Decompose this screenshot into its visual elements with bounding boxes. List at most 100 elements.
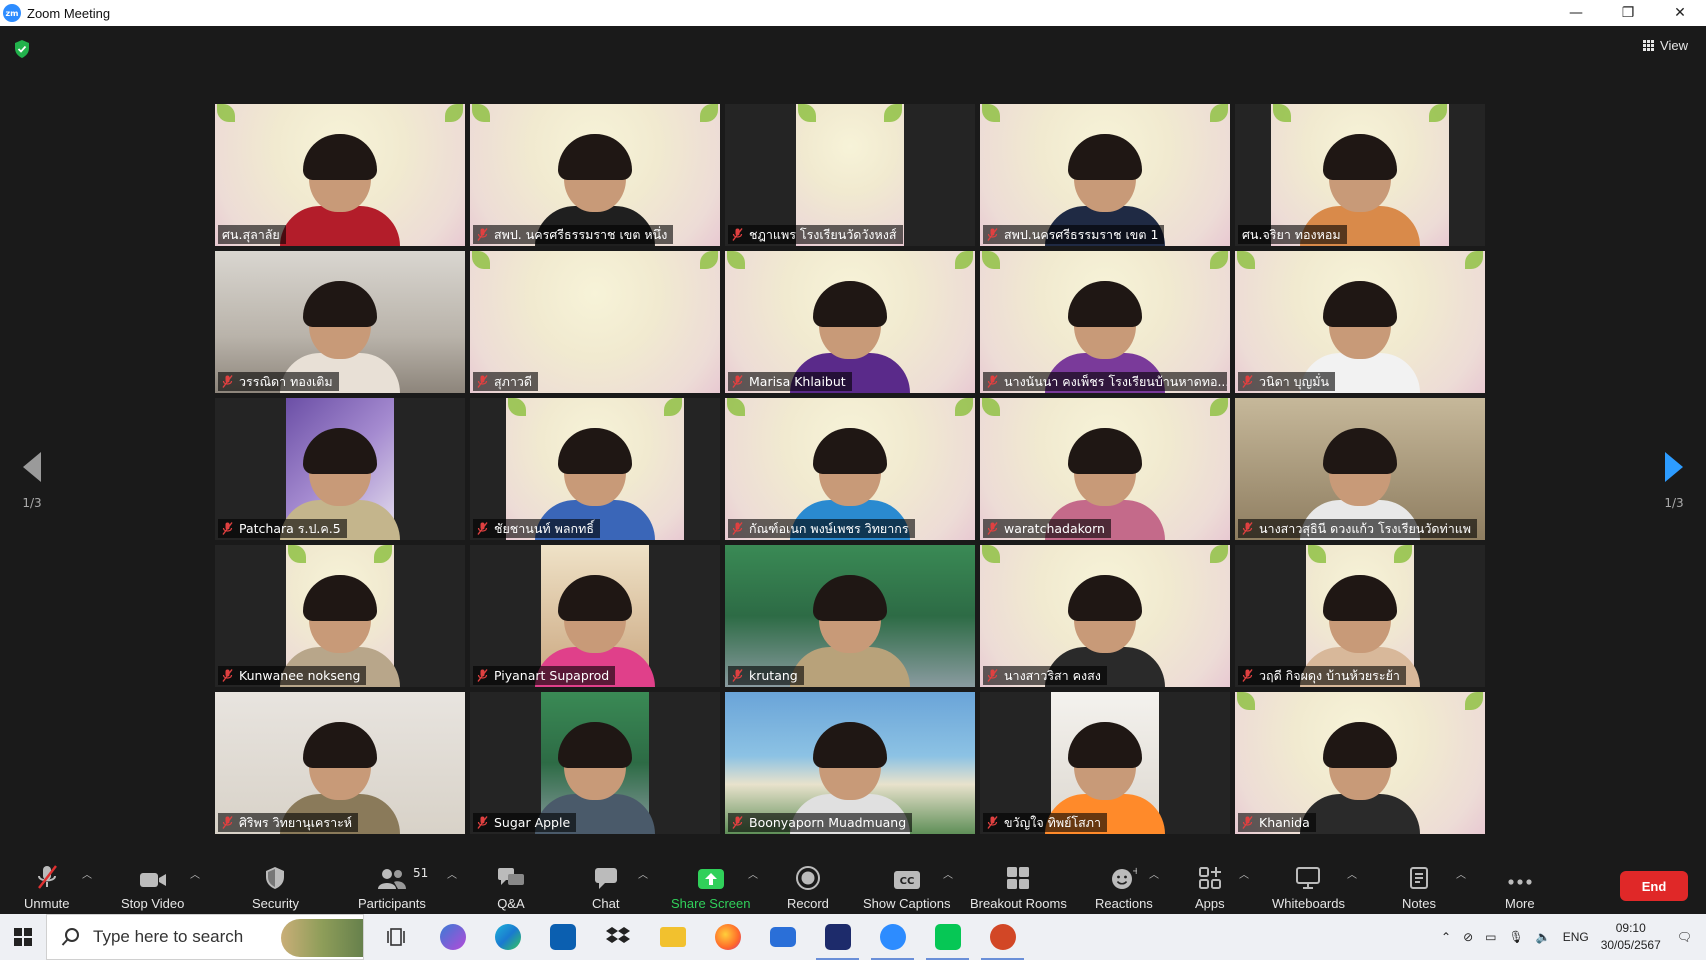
participant-tile[interactable]: Kunwanee nokseng (215, 545, 465, 687)
participant-tile[interactable]: Sugar Apple (470, 692, 720, 834)
captions-options-caret-icon[interactable]: ︿ (943, 866, 953, 881)
reactions-button[interactable]: + Reactions (1095, 864, 1153, 911)
participant-tile[interactable]: ศน.จริยา ทองหอม (1235, 104, 1485, 246)
participant-tile[interactable]: ศิริพร วิทยานุเคราะห์ (215, 692, 465, 834)
participant-tile[interactable]: สพป.นครศรีธรรมราช เขต 1 (980, 104, 1230, 246)
zoom-app[interactable] (865, 914, 920, 960)
restore-button[interactable]: ❐ (1602, 0, 1654, 26)
microphone-tray-icon[interactable]: 🎙 (1509, 930, 1524, 944)
participant-name: วฤดี กิจผดุง บ้านห้วยระย้า (1259, 667, 1400, 683)
wps-app[interactable] (810, 914, 865, 960)
line-app[interactable] (920, 914, 975, 960)
participant-tile[interactable]: Marisa Khlaibut (725, 251, 975, 393)
close-button[interactable]: ✕ (1654, 0, 1706, 26)
svg-text:+: + (1132, 866, 1137, 877)
participants-options-caret-icon[interactable]: ︿ (447, 866, 457, 881)
participant-tile[interactable]: Boonyaporn Muadmuang (725, 692, 975, 834)
language-indicator[interactable]: ENG (1563, 930, 1589, 944)
participant-tile[interactable]: สพป. นครศรีธรรมราช เขต หนึ่ง (470, 104, 720, 246)
security-shield-icon (266, 867, 285, 889)
participant-tile[interactable]: Khanida (1235, 692, 1485, 834)
participant-tile[interactable]: waratchadakorn (980, 398, 1230, 540)
microphone-muted-icon (37, 865, 57, 889)
battery-icon[interactable]: ▭ (1485, 930, 1496, 944)
page-indicator-left: 1/3 (22, 496, 42, 510)
participant-name: Piyanart Supaprod (494, 668, 610, 683)
participant-tile[interactable]: วฤดี กิจผดุง บ้านห้วยระย้า (1235, 545, 1485, 687)
powerpoint-app[interactable] (975, 914, 1030, 960)
notifications-icon[interactable]: 🗨 (1677, 930, 1692, 944)
participant-tile[interactable]: ขวัญใจ ทิพย์โสภา (980, 692, 1230, 834)
chat-options-caret-icon[interactable]: ︿ (638, 866, 648, 881)
store-app[interactable] (535, 914, 590, 960)
network-icon[interactable]: ⊘ (1463, 930, 1473, 944)
start-button[interactable] (0, 914, 46, 960)
leaf-decoration (727, 398, 745, 416)
security-button[interactable]: Security (252, 864, 299, 911)
whiteboards-button[interactable]: Whiteboards (1272, 864, 1345, 911)
mail-app[interactable] (755, 914, 810, 960)
breakout-rooms-button[interactable]: Breakout Rooms (970, 864, 1067, 911)
share-options-caret-icon[interactable]: ︿ (748, 866, 758, 881)
participant-name: Patchara ร.ป.ค.5 (239, 520, 341, 536)
participant-tile[interactable]: ชฎาแพร โรงเรียนวัดวังหงส์ (725, 104, 975, 246)
audio-options-caret-icon[interactable]: ︿ (82, 866, 92, 881)
previous-page-button[interactable]: 1/3 (12, 452, 52, 510)
dropbox-app[interactable] (590, 914, 645, 960)
stop-video-button[interactable]: Stop Video (121, 864, 184, 911)
muted-microphone-icon (477, 375, 488, 388)
participant-tile[interactable]: วนิดา บุญมั่น (1235, 251, 1485, 393)
more-button[interactable]: More (1505, 864, 1535, 911)
show-hidden-icons-button[interactable]: ⌃ (1441, 930, 1451, 944)
file-explorer-app[interactable] (645, 914, 700, 960)
participant-name-tag: Marisa Khlaibut (728, 372, 852, 391)
more-dots-icon (1508, 879, 1532, 885)
participant-tile[interactable]: กัณฑ์อเนก พงษ์เพชร วิทยากร (725, 398, 975, 540)
clock[interactable]: 09:10 30/05/2567 (1601, 920, 1661, 954)
participant-tile[interactable]: วรรณิดา ทองเติม (215, 251, 465, 393)
record-button[interactable]: Record (787, 864, 829, 911)
participant-tile[interactable]: ชัยชานนท์ พลกทธิ์ (470, 398, 720, 540)
minimize-button[interactable]: — (1550, 0, 1602, 26)
whiteboards-options-caret-icon[interactable]: ︿ (1347, 866, 1357, 881)
participant-tile[interactable]: นางนันนา คงเพ็ชร โรงเรียนบ้านหาดทอ... (980, 251, 1230, 393)
copilot-app[interactable] (425, 914, 480, 960)
share-screen-button[interactable]: Share Screen (671, 864, 751, 911)
participant-name-tag: Boonyaporn Muadmuang (728, 813, 913, 832)
participant-tile[interactable]: Piyanart Supaprod (470, 545, 720, 687)
chat-button[interactable]: Chat (592, 864, 619, 911)
apps-icon (1198, 867, 1221, 889)
notes-button[interactable]: Notes (1402, 864, 1436, 911)
next-page-button[interactable]: 1/3 (1654, 452, 1694, 510)
leaf-decoration (1210, 251, 1228, 269)
firefox-app[interactable] (700, 914, 755, 960)
edge-app[interactable] (480, 914, 535, 960)
reactions-options-caret-icon[interactable]: ︿ (1149, 866, 1159, 881)
video-options-caret-icon[interactable]: ︿ (190, 866, 200, 881)
participant-name-tag: ชฎาแพร โรงเรียนวัดวังหงส์ (728, 225, 903, 244)
view-button[interactable]: View (1643, 38, 1688, 53)
participant-name: Sugar Apple (494, 815, 571, 830)
participant-tile[interactable]: สุภาวดี (470, 251, 720, 393)
notes-options-caret-icon[interactable]: ︿ (1456, 866, 1466, 881)
view-label: View (1660, 38, 1688, 53)
participant-tile[interactable]: นางสาวสุธินี ดวงแก้ว โรงเรียนวัดท่าแพ (1235, 398, 1485, 540)
participant-tile[interactable]: ศน.สุลาลัย (215, 104, 465, 246)
participant-tile[interactable]: krutang (725, 545, 975, 687)
apps-options-caret-icon[interactable]: ︿ (1239, 866, 1249, 881)
participant-tile[interactable]: นางสาวริสา คงสง (980, 545, 1230, 687)
participant-figure (790, 575, 910, 687)
leaf-decoration (664, 398, 682, 416)
participant-tile[interactable]: Patchara ร.ป.ค.5 (215, 398, 465, 540)
end-meeting-button[interactable]: End (1620, 871, 1688, 901)
volume-icon[interactable]: 🔈 (1536, 930, 1551, 944)
qa-button[interactable]: Q&A (497, 864, 525, 911)
chevron-left-icon (23, 452, 41, 482)
unmute-button[interactable]: Unmute (24, 864, 70, 911)
task-view-button[interactable] (370, 914, 425, 960)
show-captions-button[interactable]: CC Show Captions (863, 864, 950, 911)
participant-name-tag: สพป. นครศรีธรรมราช เขต หนึ่ง (473, 225, 674, 244)
encryption-shield-icon[interactable] (14, 40, 30, 58)
taskbar-search-box[interactable]: Type here to search (46, 914, 364, 960)
apps-button[interactable]: Apps (1195, 864, 1225, 911)
